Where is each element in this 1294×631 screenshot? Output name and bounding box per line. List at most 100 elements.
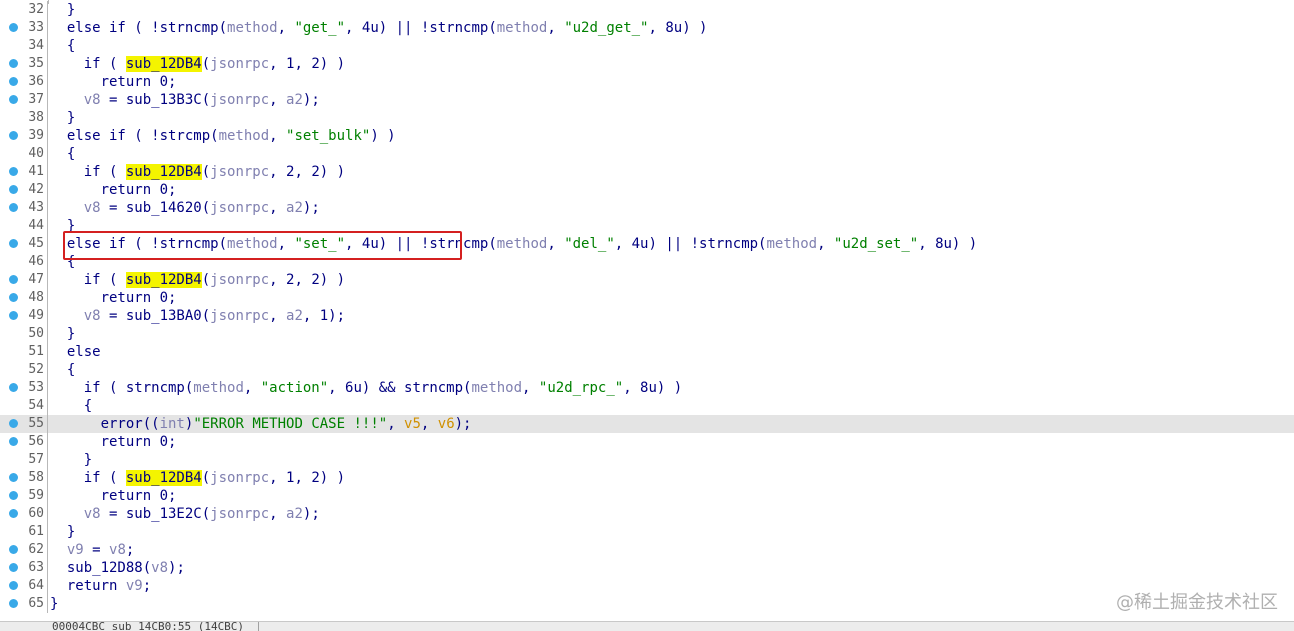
variable-token[interactable]: jsonrpc [210, 308, 269, 324]
variable-token[interactable]: v8 [84, 506, 101, 522]
variable-token[interactable]: jsonrpc [210, 92, 269, 108]
line-gutter[interactable]: 51 [0, 343, 48, 361]
variable-token[interactable]: a2 [286, 308, 303, 324]
string-literal[interactable]: "ERROR METHOD CASE !!!" [193, 416, 387, 432]
line-gutter[interactable]: 56 [0, 433, 48, 451]
code-line[interactable]: 35 if ( sub_12DB4(jsonrpc, 1, 2) ) [0, 55, 1294, 73]
line-gutter[interactable]: 34 [0, 37, 48, 55]
variable-token[interactable]: method [497, 236, 548, 252]
line-gutter[interactable]: 49 [0, 307, 48, 325]
line-gutter[interactable]: 59 [0, 487, 48, 505]
breakpoint-dot-icon[interactable] [9, 275, 18, 284]
breakpoint-dot-icon[interactable] [9, 419, 18, 428]
string-literal[interactable]: "u2d_rpc_" [539, 380, 623, 396]
string-literal[interactable]: "u2d_get_" [564, 20, 648, 36]
line-gutter[interactable]: 54 [0, 397, 48, 415]
breakpoint-dot-icon[interactable] [9, 581, 18, 590]
variable-token[interactable]: v8 [84, 308, 101, 324]
code-line[interactable]: 53 if ( strncmp(method, "action", 6u) &&… [0, 379, 1294, 397]
code-line[interactable]: 32 } [0, 1, 1294, 19]
highlighted-function[interactable]: sub_12DB4 [125, 56, 202, 72]
line-gutter[interactable]: 52 [0, 361, 48, 379]
breakpoint-dot-icon[interactable] [9, 239, 18, 248]
string-literal[interactable]: "u2d_set_" [834, 236, 918, 252]
line-gutter[interactable]: 42 [0, 181, 48, 199]
code-line[interactable]: 63 sub_12D88(v8); [0, 559, 1294, 577]
line-gutter[interactable]: 33 [0, 19, 48, 37]
line-gutter[interactable]: 55 [0, 415, 48, 433]
breakpoint-dot-icon[interactable] [9, 509, 18, 518]
line-gutter[interactable]: 63 [0, 559, 48, 577]
code-line[interactable]: 54 { [0, 397, 1294, 415]
variable-token[interactable]: v8 [84, 200, 101, 216]
breakpoint-dot-icon[interactable] [9, 59, 18, 68]
line-gutter[interactable]: 38 [0, 109, 48, 127]
code-line[interactable]: 59 return 0; [0, 487, 1294, 505]
variable-token[interactable]: jsonrpc [210, 506, 269, 522]
code-line[interactable]: 64 return v9; [0, 577, 1294, 595]
pseudocode-view[interactable]: 32 } 33 else if ( !strncmp(method, "get_"… [0, 0, 1294, 621]
breakpoint-dot-icon[interactable] [9, 203, 18, 212]
code-line[interactable]: 43 v8 = sub_14620(jsonrpc, a2); [0, 199, 1294, 217]
code-line[interactable]: 57 } [0, 451, 1294, 469]
variable-token[interactable]: method [227, 20, 278, 36]
code-line[interactable]: 52 { [0, 361, 1294, 379]
code-line[interactable]: 39 else if ( !strcmp(method, "set_bulk")… [0, 127, 1294, 145]
breakpoint-dot-icon[interactable] [9, 23, 18, 32]
line-gutter[interactable]: 35 [0, 55, 48, 73]
variable-token[interactable]: jsonrpc [210, 164, 269, 180]
code-line[interactable]: 58 if ( sub_12DB4(jsonrpc, 1, 2) ) [0, 469, 1294, 487]
breakpoint-dot-icon[interactable] [9, 437, 18, 446]
string-literal[interactable]: "action" [261, 380, 328, 396]
code-line[interactable]: 49 v8 = sub_13BA0(jsonrpc, a2, 1); [0, 307, 1294, 325]
code-line[interactable]: 62 v9 = v8; [0, 541, 1294, 559]
breakpoint-dot-icon[interactable] [9, 95, 18, 104]
line-gutter[interactable]: 39 [0, 127, 48, 145]
line-gutter[interactable]: 32 [0, 1, 48, 19]
line-gutter[interactable]: 46 [0, 253, 48, 271]
variable-token[interactable]: a2 [286, 506, 303, 522]
code-line[interactable]: 50 } [0, 325, 1294, 343]
code-line[interactable]: 51 else [0, 343, 1294, 361]
line-gutter[interactable]: 37 [0, 91, 48, 109]
variable-token[interactable]: v8 [84, 92, 101, 108]
line-gutter[interactable]: 41 [0, 163, 48, 181]
code-line[interactable]: 38 } [0, 109, 1294, 127]
breakpoint-dot-icon[interactable] [9, 167, 18, 176]
line-gutter[interactable]: 44 [0, 217, 48, 235]
code-line[interactable]: 34 { [0, 37, 1294, 55]
line-gutter[interactable]: 43 [0, 199, 48, 217]
breakpoint-dot-icon[interactable] [9, 599, 18, 608]
variable-token[interactable]: method [219, 128, 270, 144]
code-line[interactable]: 56 return 0; [0, 433, 1294, 451]
line-gutter[interactable]: 47 [0, 271, 48, 289]
line-gutter[interactable]: 64 [0, 577, 48, 595]
code-line[interactable]: 40 { [0, 145, 1294, 163]
argument-token[interactable]: v5 [404, 416, 421, 432]
code-line[interactable]: 48 return 0; [0, 289, 1294, 307]
code-line[interactable]: 37 v8 = sub_13B3C(jsonrpc, a2); [0, 91, 1294, 109]
line-gutter[interactable]: 45 [0, 235, 48, 253]
line-gutter[interactable]: 36 [0, 73, 48, 91]
code-line[interactable]: 60 v8 = sub_13E2C(jsonrpc, a2); [0, 505, 1294, 523]
string-literal[interactable]: "set_bulk" [286, 128, 370, 144]
highlighted-function[interactable]: sub_12DB4 [125, 272, 202, 288]
variable-token[interactable]: v8 [151, 560, 168, 576]
code-line[interactable]: 55 error((int)"ERROR METHOD CASE !!!", v… [0, 415, 1294, 433]
line-gutter[interactable]: 57 [0, 451, 48, 469]
code-line[interactable]: 33 else if ( !strncmp(method, "get_", 4u… [0, 19, 1294, 37]
line-gutter[interactable]: 60 [0, 505, 48, 523]
code-line[interactable]: 36 return 0; [0, 73, 1294, 91]
breakpoint-dot-icon[interactable] [9, 293, 18, 302]
breakpoint-dot-icon[interactable] [9, 77, 18, 86]
code-line[interactable]: 41 if ( sub_12DB4(jsonrpc, 2, 2) ) [0, 163, 1294, 181]
string-literal[interactable]: "del_" [564, 236, 615, 252]
highlighted-function[interactable]: sub_12DB4 [125, 164, 202, 180]
line-gutter[interactable]: 50 [0, 325, 48, 343]
breakpoint-dot-icon[interactable] [9, 185, 18, 194]
variable-token[interactable]: a2 [286, 200, 303, 216]
code-line[interactable]: 42 return 0; [0, 181, 1294, 199]
code-line[interactable]: 65} [0, 595, 1294, 613]
breakpoint-dot-icon[interactable] [9, 491, 18, 500]
variable-token[interactable]: method [497, 20, 548, 36]
